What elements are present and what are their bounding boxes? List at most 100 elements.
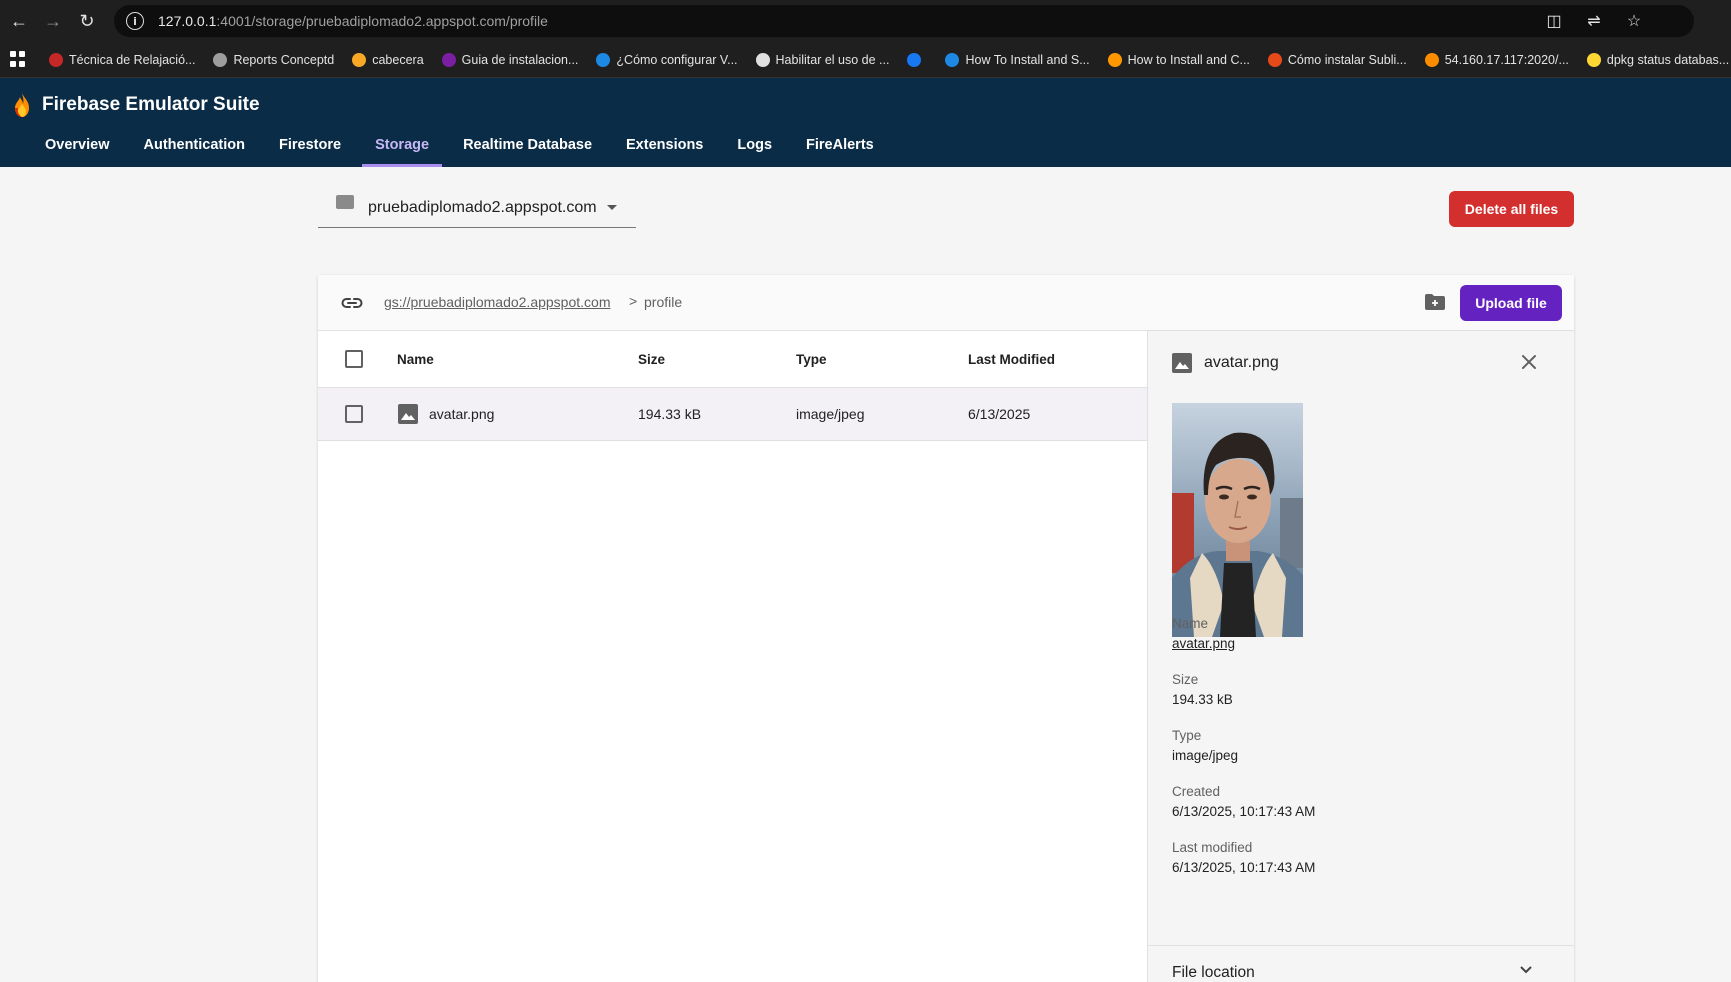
forward-icon[interactable]: → bbox=[38, 6, 68, 36]
created-value: 6/13/2025, 10:17:43 AM bbox=[1172, 804, 1316, 819]
bookmark-favicon-icon bbox=[755, 52, 770, 67]
file-details-panel: avatar.png Name avatar.png Size 194.33 k… bbox=[1148, 331, 1574, 982]
file-modified: 6/13/2025 bbox=[968, 406, 1031, 422]
breadcrumb-separator: > bbox=[629, 293, 638, 309]
file-type: image/jpeg bbox=[796, 406, 865, 422]
bookmark-favicon-icon bbox=[945, 52, 960, 67]
install-app-icon[interactable]: ◫ bbox=[1544, 11, 1564, 31]
bookmark-favicon-icon bbox=[1107, 52, 1122, 67]
avatar-photo bbox=[1172, 403, 1303, 637]
translate-icon[interactable]: ⇌ bbox=[1584, 11, 1604, 31]
table-header: Name Size Type Last Modified bbox=[318, 331, 1147, 388]
files-table: Name Size Type Last Modified avatar.png … bbox=[318, 331, 1147, 441]
table-row[interactable]: avatar.png 194.33 kB image/jpeg 6/13/202… bbox=[318, 388, 1147, 441]
bookmark-item[interactable]: Guia de instalacion... bbox=[441, 52, 579, 67]
bookmark-label: Guia de instalacion... bbox=[461, 52, 579, 67]
firebase-logo-icon bbox=[15, 93, 29, 117]
image-preview bbox=[1172, 403, 1303, 637]
column-last-modified[interactable]: Last Modified bbox=[968, 352, 1055, 367]
last-modified-label: Last modified bbox=[1172, 840, 1253, 855]
reload-icon[interactable]: ↻ bbox=[72, 6, 102, 36]
bookmark-item[interactable] bbox=[907, 52, 927, 67]
column-name[interactable]: Name bbox=[397, 352, 434, 367]
bookmark-item[interactable]: How to Install and C... bbox=[1107, 52, 1250, 67]
address-bar[interactable]: i 127.0.0.1:4001/storage/pruebadiplomado… bbox=[114, 5, 1694, 37]
image-file-icon bbox=[1172, 353, 1192, 373]
bookmark-favicon-icon bbox=[49, 52, 63, 67]
storage-card: gs://pruebadiplomado2.appspot.com > prof… bbox=[318, 275, 1574, 982]
site-info-icon[interactable]: i bbox=[126, 12, 144, 30]
breadcrumb-current: profile bbox=[644, 294, 683, 310]
bookmarks-bar: Técnica de Relajació... Reports Conceptd c… bbox=[0, 42, 1731, 78]
bookmark-label: Habilitar el uso de ... bbox=[775, 52, 890, 67]
new-folder-icon[interactable] bbox=[1424, 293, 1446, 311]
select-all-checkbox[interactable] bbox=[345, 350, 363, 368]
bookmark-favicon-icon bbox=[352, 52, 367, 67]
bookmark-label: How To Install and S... bbox=[965, 52, 1090, 67]
type-value: image/jpeg bbox=[1172, 748, 1239, 763]
apps-grid-icon[interactable] bbox=[10, 50, 25, 69]
bookmark-label: dpkg status databas... bbox=[1606, 52, 1730, 67]
url-path: :4001/storage/pruebadiplomado2.appspot.c… bbox=[216, 13, 548, 29]
close-icon[interactable] bbox=[1520, 353, 1538, 371]
bookmark-favicon-icon bbox=[213, 52, 228, 67]
file-location-label: File location bbox=[1172, 964, 1255, 981]
url-host: 127.0.0.1 bbox=[158, 13, 217, 29]
column-type[interactable]: Type bbox=[796, 352, 827, 367]
name-value-link[interactable]: avatar.png bbox=[1172, 636, 1235, 651]
tab-storage[interactable]: Storage bbox=[358, 126, 446, 167]
bookmark-item[interactable]: 54.160.17.117:2020/... bbox=[1424, 52, 1569, 67]
chevron-down-icon bbox=[1520, 966, 1532, 974]
browser-toolbar: ← → ↻ i 127.0.0.1:4001/storage/pruebadip… bbox=[0, 0, 1731, 42]
main-tabs: Overview Authentication Firestore Storage Re… bbox=[28, 126, 891, 167]
dropdown-arrow-icon bbox=[606, 205, 617, 210]
app-title: Firebase Emulator Suite bbox=[42, 94, 260, 115]
breadcrumb-root[interactable]: gs://pruebadiplomado2.appspot.com bbox=[384, 294, 610, 310]
upload-file-button[interactable]: Upload file bbox=[1460, 285, 1562, 321]
bookmark-item[interactable]: Cómo instalar Subli... bbox=[1267, 52, 1407, 67]
row-checkbox[interactable] bbox=[345, 405, 363, 423]
bookmark-favicon-icon bbox=[596, 52, 611, 67]
bookmark-label: Técnica de Relajació... bbox=[69, 52, 196, 67]
bookmark-item[interactable]: Habilitar el uso de ... bbox=[755, 52, 890, 67]
bookmark-favicon-icon bbox=[1267, 52, 1282, 67]
bookmark-favicon-icon bbox=[1424, 52, 1439, 67]
image-file-icon bbox=[398, 404, 418, 424]
created-label: Created bbox=[1172, 784, 1221, 799]
bookmark-label: 54.160.17.117:2020/... bbox=[1444, 52, 1569, 67]
tab-realtime-database[interactable]: Realtime Database bbox=[446, 126, 609, 167]
tab-extensions[interactable]: Extensions bbox=[609, 126, 720, 167]
address-url[interactable]: 127.0.0.1:4001/storage/pruebadiplomado2.… bbox=[158, 13, 548, 29]
bookmark-favicon-icon bbox=[441, 52, 456, 67]
column-size[interactable]: Size bbox=[638, 352, 665, 367]
folder-icon bbox=[336, 194, 354, 209]
back-icon[interactable]: ← bbox=[4, 6, 34, 36]
bookmark-item[interactable]: Reports Conceptd bbox=[213, 52, 335, 67]
bucket-name: pruebadiplomado2.appspot.com bbox=[368, 198, 597, 216]
bookmark-label: Reports Conceptd bbox=[233, 52, 335, 67]
delete-all-files-button[interactable]: Delete all files bbox=[1449, 191, 1574, 227]
storage-toolbar: gs://pruebadiplomado2.appspot.com > prof… bbox=[318, 275, 1574, 331]
bookmark-item[interactable]: Técnica de Relajació... bbox=[49, 52, 196, 67]
link-icon[interactable] bbox=[340, 293, 364, 313]
tab-authentication[interactable]: Authentication bbox=[127, 126, 263, 167]
tab-firestore[interactable]: Firestore bbox=[262, 126, 358, 167]
bookmark-item[interactable]: ¿Cómo configurar V... bbox=[596, 52, 738, 67]
bookmark-star-icon[interactable]: ☆ bbox=[1624, 11, 1644, 31]
bookmark-item[interactable]: dpkg status databas... bbox=[1586, 52, 1730, 67]
bookmark-label: Cómo instalar Subli... bbox=[1287, 52, 1407, 67]
tab-logs[interactable]: Logs bbox=[720, 126, 789, 167]
bucket-select[interactable]: pruebadiplomado2.appspot.com bbox=[318, 188, 636, 228]
last-modified-value: 6/13/2025, 10:17:43 AM bbox=[1172, 860, 1316, 875]
name-label: Name bbox=[1172, 616, 1209, 631]
bookmark-item[interactable]: How To Install and S... bbox=[945, 52, 1090, 67]
bookmark-item[interactable]: cabecera bbox=[352, 52, 424, 67]
size-label: Size bbox=[1172, 672, 1199, 687]
tab-overview[interactable]: Overview bbox=[28, 126, 127, 167]
type-label: Type bbox=[1172, 728, 1202, 743]
file-location-expander[interactable]: File location bbox=[1148, 945, 1574, 982]
details-title: avatar.png bbox=[1204, 354, 1279, 371]
tab-firealerts[interactable]: FireAlerts bbox=[789, 126, 891, 167]
file-name: avatar.png bbox=[429, 406, 495, 422]
bookmark-favicon-icon bbox=[1586, 52, 1601, 67]
